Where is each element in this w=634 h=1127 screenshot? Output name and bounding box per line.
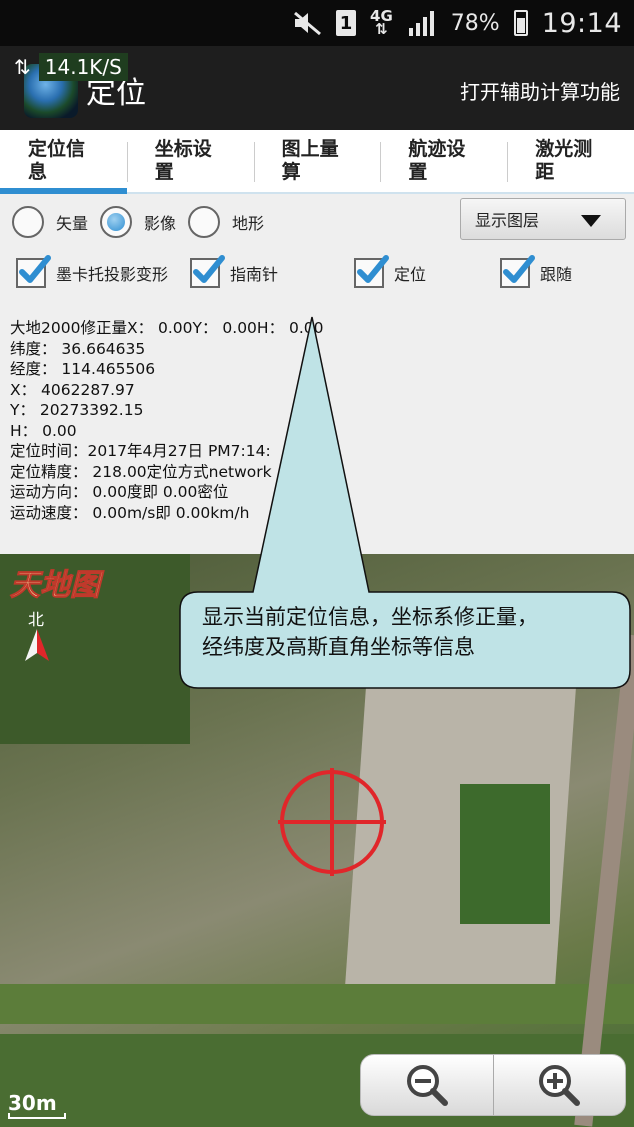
callout-bubble bbox=[179, 316, 631, 689]
transfer-icon: ⇅ bbox=[14, 55, 31, 79]
callout-line-1: 显示当前定位信息，坐标系修正量， bbox=[202, 605, 538, 629]
callout-text: 显示当前定位信息，坐标系修正量， 经纬度及高斯直角坐标等信息 bbox=[202, 602, 538, 662]
callout-line-2: 经纬度及高斯直角坐标等信息 bbox=[202, 635, 475, 659]
net-speed-indicator: ⇅ 14.1K/S bbox=[14, 52, 128, 82]
net-speed-value: 14.1K/S bbox=[38, 53, 128, 81]
